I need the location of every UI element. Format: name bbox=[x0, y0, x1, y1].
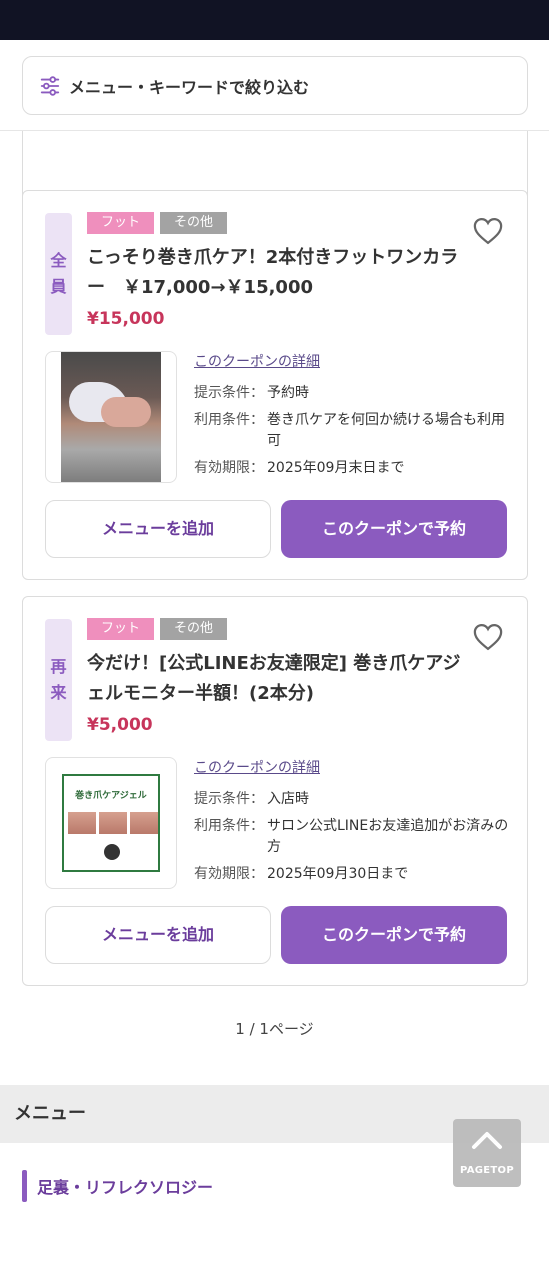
target-badge: 全 員 bbox=[45, 213, 72, 335]
nail-care-photo bbox=[61, 352, 161, 482]
page: メニュー・キーワードで絞り込む 全 員 フット その他 こっそり巻き爪ケア！2本… bbox=[0, 40, 549, 1280]
gel-care-photo: 巻き爪ケアジェル bbox=[62, 774, 160, 872]
menu-item-accent-bar bbox=[22, 1170, 27, 1202]
coupon-photo: 巻き爪ケアジェル bbox=[45, 757, 177, 889]
condition-expiry: 有効期限： 2025年09月30日まで bbox=[194, 866, 409, 882]
condition-usage: 利用条件： サロン公式LINEお友達追加がお済みの方 bbox=[194, 818, 509, 855]
target-badge: 再 来 bbox=[45, 619, 72, 741]
coupon-title: 今だけ！[公式LINEお友達限定] 巻き爪ケアジェルモニター半額！(2本分) bbox=[87, 653, 461, 704]
coupon-price: ¥15,000 bbox=[87, 309, 165, 329]
tag-foot: フット bbox=[87, 618, 154, 640]
coupon-photo bbox=[45, 351, 177, 483]
favorite-heart-icon[interactable] bbox=[473, 217, 503, 245]
salon-logo-icon bbox=[104, 844, 120, 860]
coupon-tags: フット その他 bbox=[87, 618, 227, 640]
photo-caption: 巻き爪ケアジェル bbox=[75, 791, 147, 801]
status-bar bbox=[0, 0, 549, 40]
menu-item-foot-reflexology[interactable]: 足裏・リフレクソロジー bbox=[22, 1170, 213, 1202]
pagination-text: 1 / 1ページ bbox=[235, 1020, 314, 1038]
condition-expiry: 有効期限： 2025年09月末日まで bbox=[194, 460, 405, 476]
coupon-detail-link[interactable]: このクーポンの詳細 bbox=[194, 757, 514, 777]
chevron-up-icon bbox=[472, 1132, 502, 1149]
tag-other: その他 bbox=[160, 212, 227, 234]
filter-bar: メニュー・キーワードで絞り込む bbox=[0, 40, 549, 131]
coupon-card: 全 員 フット その他 こっそり巻き爪ケア！2本付きフットワンカラー ￥17,0… bbox=[22, 190, 528, 580]
pagetop-button[interactable]: PAGETOP bbox=[453, 1119, 521, 1187]
condition-presentation: 提示条件： 入店時 bbox=[194, 791, 309, 807]
coupon-tags: フット その他 bbox=[87, 212, 227, 234]
coupon-price: ¥5,000 bbox=[87, 715, 153, 735]
book-coupon-button[interactable]: このクーポンで予約 bbox=[281, 500, 507, 558]
condition-presentation: 提示条件： 予約時 bbox=[194, 385, 309, 401]
tag-other: その他 bbox=[160, 618, 227, 640]
tag-foot: フット bbox=[87, 212, 154, 234]
favorite-heart-icon[interactable] bbox=[473, 623, 503, 651]
menu-item-label: 足裏・リフレクソロジー bbox=[37, 1178, 214, 1197]
add-menu-button[interactable]: メニューを追加 bbox=[45, 906, 271, 964]
filter-label: メニュー・キーワードで絞り込む bbox=[69, 77, 310, 97]
coupon-title: こっそり巻き爪ケア！2本付きフットワンカラー ￥17,000→￥15,000 bbox=[87, 247, 459, 298]
filter-button[interactable]: メニュー・キーワードで絞り込む bbox=[22, 56, 528, 115]
add-menu-button[interactable]: メニューを追加 bbox=[45, 500, 271, 558]
book-coupon-button[interactable]: このクーポンで予約 bbox=[281, 906, 507, 964]
coupon-detail-link[interactable]: このクーポンの詳細 bbox=[194, 351, 514, 371]
coupon-details: このクーポンの詳細 提示条件： 入店時 利用条件： サロン公式LINEお友達追加… bbox=[194, 757, 514, 891]
coupon-details: このクーポンの詳細 提示条件： 予約時 利用条件： 巻き爪ケアを何回か続ける場合… bbox=[194, 351, 514, 485]
sliders-icon bbox=[40, 75, 60, 96]
pagetop-label: PAGETOP bbox=[460, 1165, 514, 1176]
condition-usage: 利用条件： 巻き爪ケアを何回か続ける場合も利用可 bbox=[194, 412, 505, 449]
coupon-card: 再 来 フット その他 今だけ！[公式LINEお友達限定] 巻き爪ケアジェルモニ… bbox=[22, 596, 528, 986]
